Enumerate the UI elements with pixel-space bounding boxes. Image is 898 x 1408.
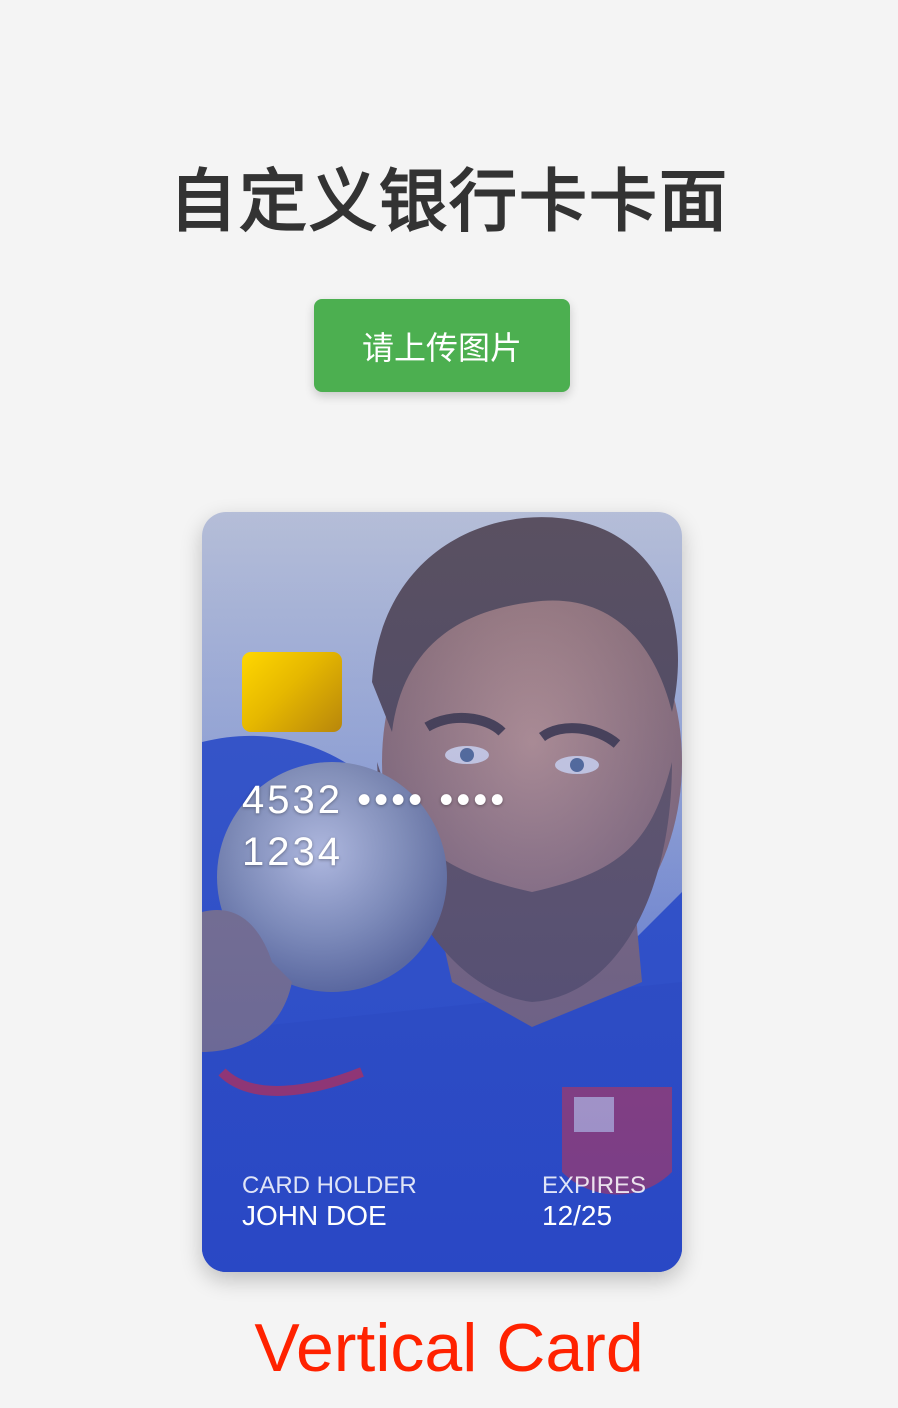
expires-label: EXPIRES (542, 1172, 647, 1199)
expires-value: 12/25 (542, 1200, 613, 1231)
card-holder-name: JOHN DOE (242, 1200, 387, 1231)
card-caption: Vertical Card (254, 1310, 644, 1386)
card-holder-label: CARD HOLDER (242, 1172, 417, 1199)
vertical-bank-card: 4532 •••• •••• 1234 CARD HOLDER JOHN DOE… (202, 512, 682, 1272)
card-tint-overlay (202, 512, 682, 1272)
card-number: 4532 •••• •••• 1234 (242, 778, 508, 874)
page-title: 自定义银行卡卡面 (168, 163, 729, 242)
chip-icon (242, 652, 342, 732)
page: 自定义银行卡卡面 请上传图片 4532 •••• •••• 1234 CARD … (0, 0, 898, 1408)
upload-image-button[interactable]: 请上传图片 (314, 299, 570, 392)
